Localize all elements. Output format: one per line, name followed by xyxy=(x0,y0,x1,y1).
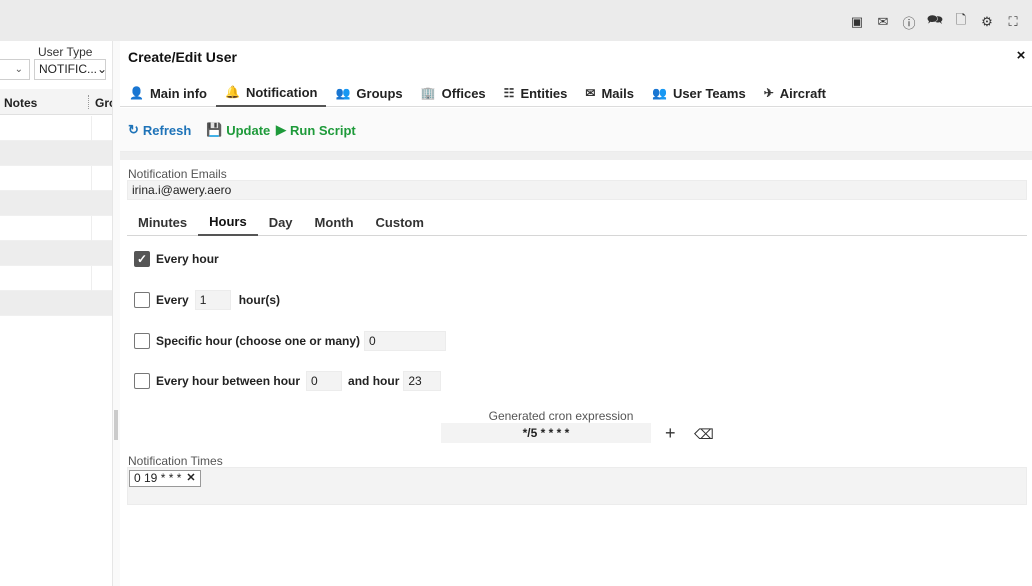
eraser-icon[interactable]: ⌫ xyxy=(694,425,714,443)
gear-icon[interactable]: ⚙ xyxy=(974,13,1000,31)
hour-range-and-label: and hour xyxy=(348,374,400,388)
hour-range-checkbox[interactable] xyxy=(134,373,150,389)
teams-icon: 👥 xyxy=(651,86,667,100)
tab-main-info[interactable]: 👤 Main info xyxy=(120,79,216,107)
chevron-down-icon: ⌄ xyxy=(97,62,105,76)
refresh-button[interactable]: ↻ Refresh xyxy=(128,122,191,138)
specific-hour-input[interactable]: 0 xyxy=(364,331,447,351)
subtab-hours[interactable]: Hours xyxy=(198,209,258,236)
play-icon: ▶ xyxy=(276,122,286,137)
message-icon[interactable]: ▣ xyxy=(844,13,870,31)
table-row[interactable] xyxy=(0,216,112,241)
tab-aircraft[interactable]: ✈ Aircraft xyxy=(755,79,835,107)
time-chip-label: 0 19 * * * xyxy=(134,471,182,485)
every-n-suffix: hour(s) xyxy=(238,293,281,307)
every-n-hours-checkbox[interactable] xyxy=(134,292,150,308)
user-type-select[interactable]: NOTIFIC...⌄ xyxy=(34,59,106,80)
mail-icon[interactable]: ✉ xyxy=(870,13,896,31)
building-icon: 🏢 xyxy=(420,86,436,100)
specific-hour-label: Specific hour (choose one or many) xyxy=(156,334,361,348)
column-header-groups[interactable]: Gro xyxy=(95,96,112,110)
table-row[interactable] xyxy=(0,141,112,166)
pane-splitter[interactable] xyxy=(112,41,120,586)
top-icons: ▣ ✉ ⓘ 🗪 🗋 ⚙ ⛶ xyxy=(844,12,1026,31)
panel-title: Create/Edit User xyxy=(128,49,237,65)
envelope-icon: ✉ xyxy=(585,86,596,100)
column-separator[interactable] xyxy=(88,95,89,109)
table-row[interactable] xyxy=(0,241,112,266)
fullscreen-icon[interactable]: ⛶ xyxy=(1000,13,1026,31)
plane-icon: ✈ xyxy=(763,86,774,100)
every-n-label: Every xyxy=(156,293,189,307)
chat-icon[interactable]: 🗪 xyxy=(922,12,948,31)
tab-groups[interactable]: 👥 Groups xyxy=(326,79,411,107)
subtab-day[interactable]: Day xyxy=(258,209,304,236)
cron-expression-label: Generated cron expression xyxy=(488,409,634,423)
table-row[interactable] xyxy=(0,116,112,141)
tab-user-teams[interactable]: 👥 User Teams xyxy=(643,79,755,107)
cron-expression-value: */5 * * * * xyxy=(441,423,651,443)
option-every-n-hours: Every 1 hour(s) xyxy=(134,290,280,310)
schedule-subtabs: Minutes Hours Day Month Custom xyxy=(127,209,1027,236)
notification-times-label: Notification Times xyxy=(128,454,223,468)
refresh-icon: ↻ xyxy=(128,122,139,137)
users-icon: 👥 xyxy=(335,86,351,100)
chevron-down-icon: ⌄ xyxy=(14,64,23,75)
specific-hour-checkbox[interactable] xyxy=(134,333,150,349)
top-bar: ▣ ✉ ⓘ 🗪 🗋 ⚙ ⛶ xyxy=(0,0,1032,41)
every-n-hours-input[interactable]: 1 xyxy=(194,290,231,310)
option-specific-hour: Specific hour (choose one or many) 0 xyxy=(134,331,447,351)
hour-range-to-input[interactable]: 23 xyxy=(403,371,442,391)
splitter-grip[interactable] xyxy=(114,410,118,440)
save-icon: 💾 xyxy=(206,122,223,137)
option-every-hour: ✓ Every hour xyxy=(134,251,219,267)
entities-icon: ☷ xyxy=(503,86,515,100)
info-icon[interactable]: ⓘ xyxy=(896,13,922,31)
table-row[interactable] xyxy=(0,166,112,191)
notification-times-box[interactable]: 0 19 * * * ✕ xyxy=(127,467,1027,505)
filter-select[interactable]: ⌄ xyxy=(0,59,30,80)
every-hour-checkbox[interactable]: ✓ xyxy=(134,251,150,267)
subtab-minutes[interactable]: Minutes xyxy=(127,209,198,236)
user-list-pane: User Type ⌄ NOTIFIC...⌄ Notes Gro xyxy=(0,41,112,586)
run-script-button[interactable]: ▶ Run Script xyxy=(276,122,356,138)
hour-range-label: Every hour between hour xyxy=(156,374,301,388)
toolbar: ↻ Refresh 💾 Update ▶ Run Script xyxy=(120,108,1032,152)
close-icon[interactable]: × xyxy=(1014,47,1028,64)
hour-range-from-input[interactable]: 0 xyxy=(306,371,343,391)
remove-chip-icon[interactable]: ✕ xyxy=(186,471,195,486)
user-icon: 👤 xyxy=(129,86,144,100)
main-tabs: 👤 Main info 🔔 Notification 👥 Groups 🏢 Of… xyxy=(120,79,1032,107)
table-row[interactable] xyxy=(0,266,112,291)
notification-emails-input[interactable]: irina.i@awery.aero xyxy=(127,180,1027,200)
grid-header: Notes Gro xyxy=(0,89,112,115)
subtab-custom[interactable]: Custom xyxy=(365,209,435,236)
bell-icon: 🔔 xyxy=(225,85,240,99)
tab-notification[interactable]: 🔔 Notification xyxy=(216,79,327,107)
table-row[interactable] xyxy=(0,291,112,316)
update-button[interactable]: 💾 Update xyxy=(206,122,270,138)
every-hour-label: Every hour xyxy=(156,252,219,266)
column-header-notes[interactable]: Notes xyxy=(4,96,37,110)
user-type-label: User Type xyxy=(38,45,93,59)
time-chip: 0 19 * * * ✕ xyxy=(129,470,201,487)
tab-entities[interactable]: ☷ Entities xyxy=(495,79,577,107)
tab-offices[interactable]: 🏢 Offices xyxy=(412,79,495,107)
add-icon[interactable]: + xyxy=(665,423,676,443)
create-edit-user-panel: Create/Edit User × 👤 Main info 🔔 Notific… xyxy=(120,41,1032,586)
document-lock-icon[interactable]: 🗋 xyxy=(948,12,974,31)
table-row[interactable] xyxy=(0,191,112,216)
subtab-month[interactable]: Month xyxy=(304,209,365,236)
tab-mails[interactable]: ✉ Mails xyxy=(576,79,643,107)
option-hour-range: Every hour between hour 0 and hour 23 xyxy=(134,371,442,391)
notification-emails-label: Notification Emails xyxy=(128,167,227,181)
divider xyxy=(120,152,1032,160)
